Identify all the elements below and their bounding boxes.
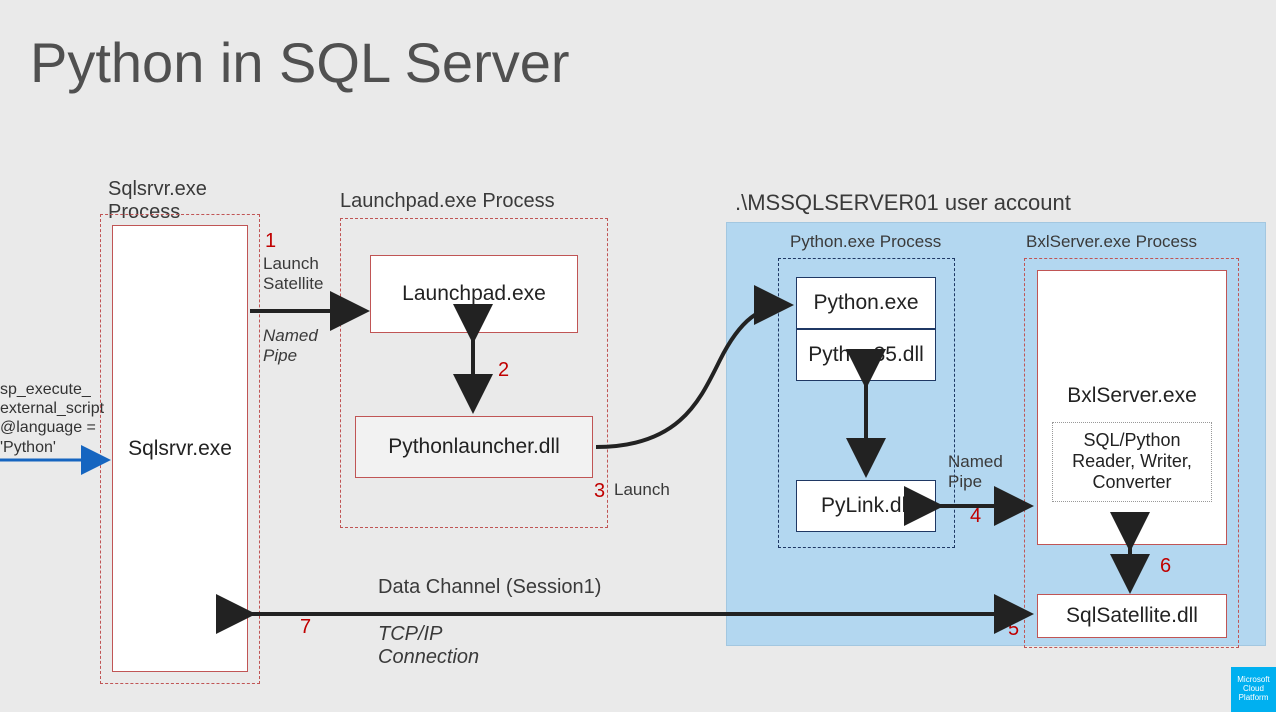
step-4: 4 (970, 505, 981, 528)
step-1: 1 (265, 230, 276, 253)
python-exe-box: Python.exe (796, 277, 936, 329)
pylink-box: PyLink.dll (796, 480, 936, 532)
bxlserver-title: BxlServer.exe (1067, 384, 1197, 408)
pythonlauncher-box: Pythonlauncher.dll (355, 416, 593, 478)
ms-cloud-logo: Microsoft Cloud Platform (1231, 667, 1276, 712)
sp-execute-script-label: sp_execute_ external_script @language = … (0, 380, 100, 457)
bxl-process-label: BxlServer.exe Process (1026, 232, 1197, 252)
launchpad-box: Launchpad.exe (370, 255, 578, 333)
data-channel-label: Data Channel (Session1) (378, 576, 601, 599)
launchpad-process-label: Launchpad.exe Process (340, 190, 555, 213)
launch-label: Launch (614, 480, 670, 500)
step-7: 7 (300, 616, 311, 639)
launch-satellite-label: Launch Satellite (263, 254, 323, 294)
bxlserver-box: BxlServer.exe SQL/Python Reader, Writer,… (1037, 270, 1227, 545)
sqlpython-box: SQL/Python Reader, Writer, Converter (1052, 422, 1212, 502)
step-2: 2 (498, 359, 509, 382)
sqlsrvr-box: Sqlsrvr.exe (112, 225, 248, 672)
user-account-label: .\MSSQLSERVER01 user account (735, 190, 1071, 216)
named-pipe-2-label: Named Pipe (948, 452, 1003, 492)
python-process-label: Python.exe Process (790, 232, 941, 252)
named-pipe-1-label: Named Pipe (263, 326, 318, 366)
step-3: 3 (594, 480, 605, 503)
step-6: 6 (1160, 555, 1171, 578)
page-title: Python in SQL Server (30, 30, 570, 95)
step-5: 5 (1008, 618, 1019, 641)
python35-box: Python35.dll (796, 329, 936, 381)
sqlsatellite-box: SqlSatellite.dll (1037, 594, 1227, 638)
tcpip-label: TCP/IP Connection (378, 623, 479, 669)
